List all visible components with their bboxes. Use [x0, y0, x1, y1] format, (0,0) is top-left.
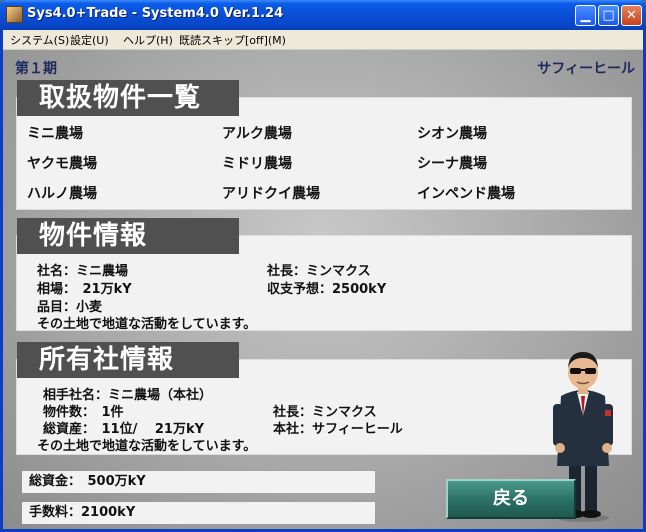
close-icon: ✕: [626, 8, 637, 23]
minimize-button[interactable]: ▁: [575, 5, 596, 26]
property-item[interactable]: アルク農場: [222, 123, 292, 143]
maximize-button[interactable]: □: [598, 5, 619, 26]
market-price: 相場： 21万kY: [37, 282, 132, 297]
minimize-icon: ▁: [580, 8, 591, 23]
head-office: 本社：サフィーヒール: [273, 422, 403, 437]
location-label: サフィーヒール: [537, 61, 635, 77]
app-icon: [6, 6, 23, 23]
property-item[interactable]: インペンド農場: [417, 183, 515, 203]
menu-skip-read[interactable]: 既読スキップ[off](M): [179, 32, 286, 48]
period-label: 第１期: [15, 61, 57, 77]
property-item[interactable]: ハルノ農場: [27, 183, 97, 203]
property-item[interactable]: アリドクイ農場: [222, 183, 320, 203]
property-description: その土地で地道な活動をしています。: [37, 317, 257, 332]
owner-info-heading: 所有社情報: [17, 342, 239, 378]
property-list-heading: 取扱物件一覧: [17, 80, 239, 116]
company-name: 社名：ミニ農場: [37, 264, 129, 279]
property-item[interactable]: ミニ農場: [27, 123, 83, 143]
window-title: Sys4.0+Trade - System4.0 Ver.1.24: [27, 6, 284, 21]
close-button[interactable]: ✕: [621, 5, 642, 26]
property-item[interactable]: ヤクモ農場: [27, 153, 97, 173]
total-funds: 総資金： 500万kY: [22, 471, 375, 493]
menu-bar: システム(S) 設定(U) ヘルプ(H) 既読スキップ[off](M): [3, 30, 643, 49]
game-screen: 第１期 サフィーヒール 取扱物件一覧 ミニ農場 アルク農場 シオン農場 ヤクモ農…: [3, 50, 643, 529]
property-item[interactable]: シオン農場: [417, 123, 487, 143]
maximize-icon: □: [602, 8, 615, 23]
app-window: Sys4.0+Trade - System4.0 Ver.1.24 ▁ □ ✕ …: [0, 0, 646, 532]
property-item[interactable]: シーナ農場: [417, 153, 487, 173]
property-item[interactable]: ミドリ農場: [222, 153, 292, 173]
property-info-heading: 物件情報: [17, 218, 239, 254]
title-bar[interactable]: Sys4.0+Trade - System4.0 Ver.1.24 ▁ □ ✕: [0, 0, 646, 30]
menu-help[interactable]: ヘルプ(H): [123, 32, 173, 48]
president: 社長：ミンマクス: [267, 264, 371, 279]
transaction-fee: 手数料：2100kY: [22, 502, 375, 524]
owner-description: その土地で地道な活動をしています。: [37, 439, 257, 454]
back-button[interactable]: 戻る: [446, 479, 576, 519]
menu-system[interactable]: システム(S): [10, 32, 69, 48]
menu-settings[interactable]: 設定(U): [70, 32, 109, 48]
expected-profit: 収支予想：2500kY: [267, 282, 387, 297]
